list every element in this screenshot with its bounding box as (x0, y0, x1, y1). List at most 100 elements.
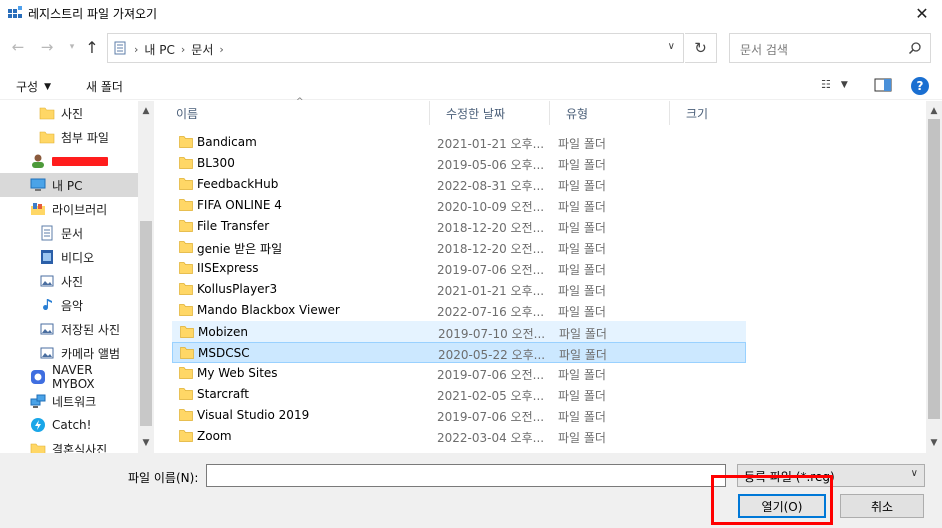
file-row[interactable]: Bandicam 2021-01-21 오후... 파일 폴더 (172, 132, 746, 153)
folder-icon (39, 129, 55, 145)
nav-item-label: NAVER MYBOX (52, 363, 95, 391)
file-row[interactable]: genie 받은 파일 2018-12-20 오전... 파일 폴더 (172, 237, 746, 258)
nav-item[interactable]: 내 PC (0, 173, 138, 197)
registry-editor-icon (8, 6, 22, 18)
breadcrumb-item-documents[interactable]: 문서 (191, 41, 213, 58)
forward-button[interactable]: → (38, 38, 56, 56)
nav-item[interactable]: 음악 (0, 293, 138, 317)
file-name: genie 받은 파일 (197, 242, 283, 256)
column-header-name[interactable]: 이름 (160, 101, 430, 125)
file-type: 파일 폴더 (559, 327, 607, 341)
folder-icon (179, 136, 193, 148)
nav-item-label: 카메라 앨범 (61, 346, 121, 361)
breadcrumb-item-pc[interactable]: 내 PC (144, 41, 174, 58)
scroll-up-icon[interactable]: ▲ (926, 103, 942, 119)
search-placeholder: 문서 검색 (740, 43, 788, 57)
file-row[interactable]: FeedbackHub 2022-08-31 오후... 파일 폴더 (172, 174, 746, 195)
file-name: Zoom (197, 429, 232, 443)
toolbar: 구성 ▼ 새 폴더 ☷ ▼ ? (0, 72, 942, 100)
nav-item[interactable]: 카메라 앨범 (0, 341, 138, 365)
file-row[interactable]: Mobizen 2019-07-10 오전... 파일 폴더 (172, 321, 746, 342)
nav-item-label: 라이브러리 (52, 202, 108, 217)
file-name: File Transfer (197, 219, 270, 233)
up-button[interactable]: ↑ (83, 38, 101, 57)
open-button[interactable]: 열기(O) (738, 494, 826, 518)
file-date: 2019-07-06 오전... (437, 368, 545, 382)
new-folder-button[interactable]: 새 폴더 (86, 78, 123, 95)
nav-item[interactable]: 라이브러리 (0, 197, 138, 221)
file-name: Mobizen (198, 325, 248, 339)
scroll-down-icon[interactable]: ▼ (926, 435, 942, 451)
chevron-right-icon[interactable]: › (181, 43, 185, 56)
chevron-right-icon[interactable]: › (219, 43, 223, 56)
nav-item[interactable]: 첨부 파일 (0, 125, 138, 149)
file-row[interactable]: BL300 2019-05-06 오후... 파일 폴더 (172, 153, 746, 174)
column-header-date[interactable]: 수정한 날짜 (430, 101, 550, 125)
file-row[interactable]: FIFA ONLINE 4 2020-10-09 오전... 파일 폴더 (172, 195, 746, 216)
file-date: 2019-07-06 오전... (437, 410, 545, 424)
folder-icon (179, 241, 193, 253)
cancel-button[interactable]: 취소 (840, 494, 924, 518)
file-date: 2018-12-20 오전... (437, 221, 545, 235)
search-input[interactable]: 문서 검색 (729, 33, 931, 63)
file-name: KollusPlayer3 (197, 282, 278, 296)
folder-icon (179, 220, 193, 232)
preview-pane-icon[interactable] (874, 78, 892, 92)
nav-item[interactable]: 네트워크 (0, 389, 138, 413)
nav-item[interactable]: Catch! (0, 413, 138, 437)
organize-button[interactable]: 구성 ▼ (16, 78, 51, 95)
file-row[interactable]: My Web Sites 2019-07-06 오전... 파일 폴더 (172, 363, 746, 384)
folder-icon (179, 304, 193, 316)
scrollbar-thumb[interactable] (928, 119, 940, 419)
file-row[interactable]: Visual Studio 2019 2019-07-06 오전... 파일 폴더 (172, 405, 746, 426)
address-bar[interactable]: › 내 PC › 문서 › ∨ (107, 33, 684, 63)
file-row[interactable]: MSDCSC 2020-05-22 오후... 파일 폴더 (172, 342, 746, 363)
file-list-scrollbar[interactable]: ▲ ▼ (926, 101, 942, 453)
nav-item[interactable]: 문서 (0, 221, 138, 245)
nav-item[interactable]: NAVER MYBOX (0, 363, 138, 391)
folder-icon (179, 409, 193, 421)
nav-item[interactable]: 사진 (0, 101, 138, 125)
file-row[interactable]: File Transfer 2018-12-20 오전... 파일 폴더 (172, 216, 746, 237)
nav-item[interactable]: 비디오 (0, 245, 138, 269)
filename-input[interactable] (206, 464, 726, 487)
refresh-button[interactable]: ↻ (685, 33, 717, 63)
nav-item-label: 사진 (61, 106, 84, 121)
nav-item-label: 비디오 (61, 250, 95, 265)
scroll-up-icon[interactable]: ▲ (138, 103, 154, 119)
scroll-down-icon[interactable]: ▼ (138, 435, 154, 451)
file-type: 파일 폴더 (558, 368, 606, 382)
file-date: 2022-07-16 오후... (437, 305, 545, 319)
nav-item-label: 결혼식사진 (52, 442, 108, 454)
file-row[interactable]: Zoom 2022-03-04 오후... 파일 폴더 (172, 426, 746, 447)
file-type-select[interactable]: 등록 파일 (*.reg) ∨ (737, 464, 925, 487)
help-icon[interactable]: ? (911, 77, 929, 95)
arrow-left-icon: ← (11, 38, 25, 56)
folder-icon (179, 199, 193, 211)
navigation-pane-scrollbar[interactable]: ▲ ▼ (138, 101, 154, 453)
file-date: 2021-01-21 오후... (437, 137, 545, 151)
nav-item[interactable]: 사진 (0, 269, 138, 293)
scrollbar-thumb[interactable] (140, 221, 152, 426)
file-row[interactable]: KollusPlayer3 2021-01-21 오후... 파일 폴더 (172, 279, 746, 300)
file-date: 2021-01-21 오후... (437, 284, 545, 298)
recent-locations-button[interactable]: ▾ (63, 38, 81, 56)
close-button[interactable]: ✕ (902, 0, 942, 27)
nav-item[interactable] (0, 149, 138, 173)
nav-item[interactable]: 저장된 사진 (0, 317, 138, 341)
file-date: 2022-03-04 오후... (437, 431, 545, 445)
search-icon (908, 42, 921, 55)
caret-down-icon: ▼ (840, 79, 848, 90)
view-options-button[interactable]: ☷ ▼ (821, 78, 848, 91)
nav-item-label: 사진 (61, 274, 84, 289)
column-header-size[interactable]: 크기 (670, 101, 746, 125)
file-row[interactable]: Mando Blackbox Viewer 2022-07-16 오후... 파일 … (172, 300, 746, 321)
column-header-type[interactable]: 유형 (550, 101, 670, 125)
nav-item-label: 네트워크 (52, 394, 97, 409)
details-view-icon: ☷ (821, 78, 831, 91)
chevron-down-icon[interactable]: ∨ (668, 41, 675, 52)
nav-item[interactable]: 결혼식사진 (0, 437, 138, 453)
file-row[interactable]: Starcraft 2021-02-05 오후... 파일 폴더 (172, 384, 746, 405)
back-button[interactable]: ← (9, 38, 27, 56)
file-row[interactable]: IISExpress 2019-07-06 오전... 파일 폴더 (172, 258, 746, 279)
